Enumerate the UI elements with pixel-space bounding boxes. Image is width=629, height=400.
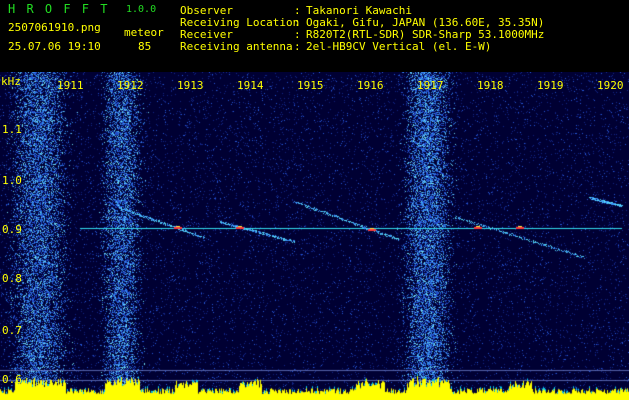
- app-version: 1.0.0: [126, 4, 157, 15]
- info-key-antenna: Receiving antenna: [180, 40, 293, 53]
- app-title: H R O F F T: [8, 2, 110, 16]
- y-label-0-6: 0.6: [2, 373, 22, 386]
- info-value-antenna: 2el-HB9CV Vertical (el. E-W): [306, 40, 492, 53]
- x-tick-1916: 1916: [357, 79, 384, 92]
- y-label-0-8: 0.8: [2, 272, 22, 285]
- file-datetime: 25.07.06 19:10: [8, 40, 101, 53]
- x-tick-1915: 1915: [297, 79, 324, 92]
- file-name: 2507061910.png: [8, 21, 101, 34]
- detection-label: meteor: [124, 26, 164, 39]
- y-label-1-0: 1.0: [2, 174, 22, 187]
- x-tick-1911: 1911: [57, 79, 84, 92]
- y-label-0-9: 0.9: [2, 223, 22, 236]
- y-unit-label: kHz: [1, 75, 21, 88]
- y-label-0-7: 0.7: [2, 324, 22, 337]
- x-tick-1914: 1914: [237, 79, 264, 92]
- info-sep-antenna: :: [294, 40, 301, 53]
- x-tick-1913: 1913: [177, 79, 204, 92]
- x-tick-1919: 1919: [537, 79, 564, 92]
- x-tick-1920: 1920: [597, 79, 624, 92]
- x-tick-1917: 1917: [417, 79, 444, 92]
- spectrogram-canvas: [0, 72, 629, 400]
- x-tick-1912: 1912: [117, 79, 144, 92]
- detection-count: 85: [138, 40, 152, 53]
- y-label-1-1: 1.1: [2, 123, 22, 136]
- header-panel: H R O F F T 1.0.0 2507061910.png 25.07.0…: [0, 0, 629, 72]
- x-tick-1918: 1918: [477, 79, 504, 92]
